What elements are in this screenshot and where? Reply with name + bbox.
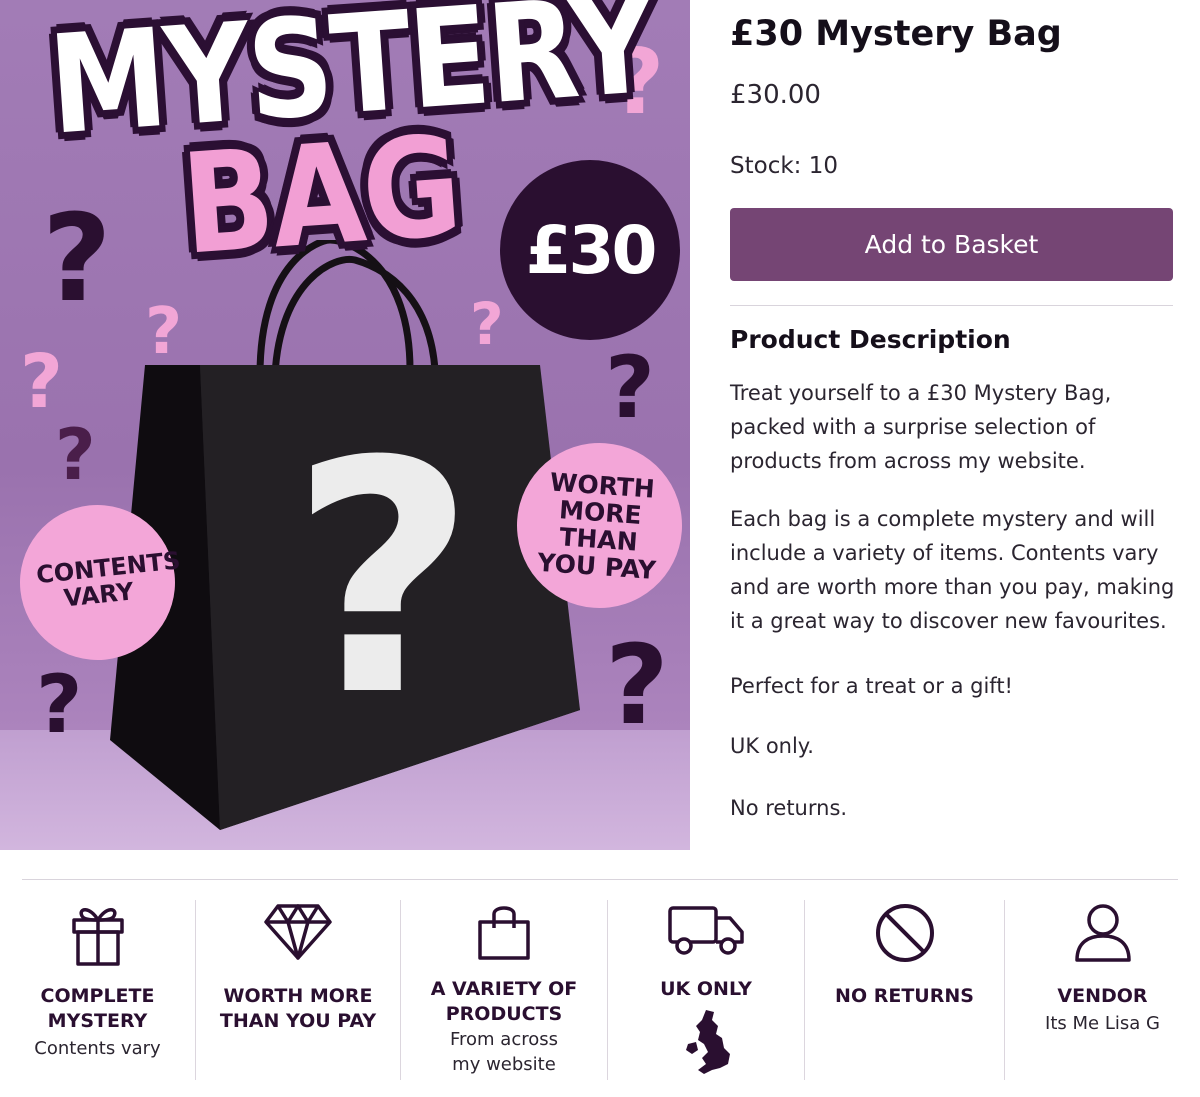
- add-to-basket-button[interactable]: Add to Basket: [730, 208, 1173, 281]
- diamond-icon: [264, 904, 332, 960]
- feature-title: A VARIETY OF PRODUCTS: [430, 978, 578, 1025]
- description-paragraph: Treat yourself to a £30 Mystery Bag, pac…: [730, 381, 1112, 473]
- feature-title: WORTH MORE THAN YOU PAY: [219, 985, 377, 1032]
- question-mark-decoration: ?: [36, 658, 83, 751]
- user-icon: [1074, 904, 1131, 962]
- gift-icon: [71, 908, 124, 966]
- feature-variety: A VARIETY OF PRODUCTS From across my web…: [400, 900, 607, 1080]
- product-title: £30 Mystery Bag: [730, 14, 1062, 54]
- feature-vendor: VENDOR Its Me Lisa G: [1004, 900, 1200, 1080]
- divider: [730, 305, 1173, 306]
- feature-complete-mystery: COMPLETE MYSTERY Contents vary: [0, 900, 195, 1080]
- product-price: £30.00: [730, 80, 821, 110]
- feature-subtitle: From across my website: [449, 1029, 559, 1075]
- bag-question-mark: ?: [290, 394, 476, 766]
- shopping-bag-icon: [478, 906, 530, 960]
- feature-title: UK ONLY: [660, 978, 752, 1000]
- price-badge-label: £30: [525, 211, 658, 289]
- feature-worth-more: WORTH MORE THAN YOU PAY: [195, 900, 400, 1080]
- question-mark-decoration: ?: [605, 621, 669, 749]
- delivery-van-icon: [668, 906, 744, 955]
- divider: [22, 879, 1178, 880]
- description-heading: Product Description: [730, 325, 1011, 354]
- uk-map-icon: [686, 1010, 730, 1074]
- vendor-name[interactable]: Its Me Lisa G: [1005, 1011, 1200, 1036]
- sticker-label: CONTENTS VARY: [34, 545, 182, 613]
- description-paragraph: UK only.: [730, 734, 814, 758]
- description-paragraph: Perfect for a treat or a gift!: [730, 674, 1013, 698]
- question-mark-decoration: ?: [605, 338, 655, 438]
- image-headline-bag: BAG: [177, 107, 465, 286]
- question-mark-decoration: ?: [20, 339, 63, 425]
- no-entry-icon: [875, 904, 934, 962]
- question-mark-decoration: ?: [42, 190, 112, 329]
- description-paragraph: No returns.: [730, 796, 848, 820]
- description-paragraph: Each bag is a complete mystery and will …: [730, 507, 1175, 633]
- stock-count: Stock: 10: [730, 153, 838, 179]
- sticker-label: WORTH MORE THAN YOU PAY: [536, 466, 657, 585]
- feature-no-returns: NO RETURNS: [804, 900, 1004, 1080]
- feature-uk-only: UK ONLY: [607, 900, 804, 1080]
- feature-title: VENDOR: [1057, 985, 1148, 1007]
- feature-strip: COMPLETE MYSTERY Contents vary WORTH MOR…: [0, 900, 1200, 1085]
- feature-title: COMPLETE MYSTERY: [40, 985, 155, 1032]
- price-badge: £30: [500, 160, 680, 340]
- feature-title: NO RETURNS: [835, 985, 974, 1007]
- question-mark-decoration: ?: [55, 414, 96, 496]
- feature-subtitle: Contents vary: [34, 1038, 161, 1059]
- product-image[interactable]: ? ? ? ? ? ? ? ? ? ? MYSTERY BAG £30 CONT…: [0, 0, 690, 850]
